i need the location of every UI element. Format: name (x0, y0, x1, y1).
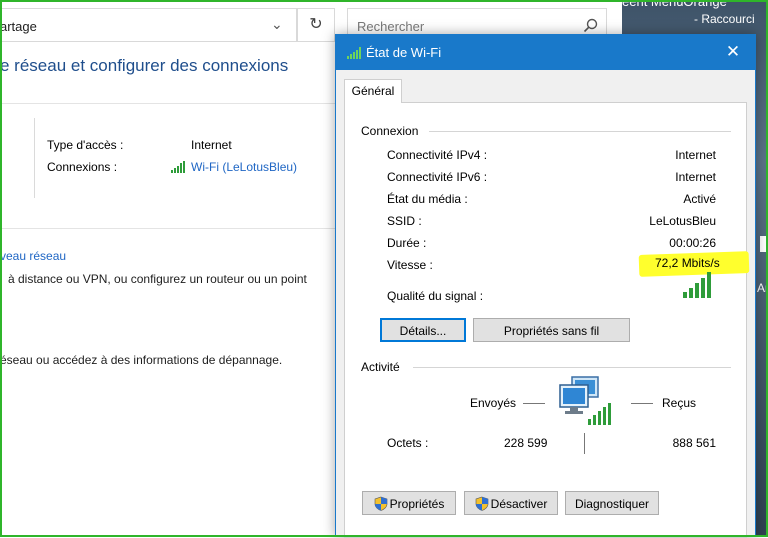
divider (523, 403, 545, 404)
wifi-status-dialog: État de Wi-Fi ✕ Général Connexion Connec… (335, 34, 756, 538)
ipv6-value: Internet (675, 170, 716, 184)
chevron-down-icon[interactable]: ⌄ (271, 16, 283, 33)
uac-shield-icon (475, 496, 488, 511)
disable-button-label: Désactiver (490, 497, 548, 511)
details-button[interactable]: Détails... (380, 318, 466, 342)
divider (584, 433, 585, 454)
media-state-label: État du média : (387, 192, 468, 206)
troubleshoot-description: éseau ou accédez à des informations de d… (0, 353, 283, 367)
divider (34, 118, 35, 198)
bytes-sent-value: 228 599 (504, 436, 548, 450)
refresh-button[interactable]: ↻ (297, 8, 335, 42)
duration-value: 00:00:26 (669, 236, 716, 250)
bytes-label: Octets : (387, 436, 429, 450)
wireless-properties-button[interactable]: Propriétés sans fil (473, 318, 630, 342)
ipv6-label: Connectivité IPv6 : (387, 170, 488, 184)
wifi-signal-icon (347, 47, 361, 59)
close-icon: ✕ (725, 42, 741, 61)
disable-button[interactable]: Désactiver (464, 491, 558, 515)
general-panel: Connexion Connectivité IPv4 : Internet C… (344, 102, 750, 538)
signal-strength-icon (683, 272, 711, 298)
ipv4-label: Connectivité IPv4 : (387, 148, 488, 162)
ssid-label: SSID : (387, 214, 422, 228)
access-type-label: Type d'accès : (47, 138, 124, 152)
bytes-received-value: 888 561 (672, 436, 716, 450)
speed-value: 72,2 Mbits/s (655, 256, 720, 270)
duration-label: Durée : (387, 236, 427, 250)
activity-group-title: Activité (361, 360, 400, 374)
search-icon[interactable] (583, 18, 598, 33)
ssid-value: LeLotusBleu (649, 214, 716, 228)
signal-quality-label: Qualité du signal : (387, 289, 484, 303)
new-network-link[interactable]: veau réseau (0, 249, 66, 263)
connections-label: Connexions : (47, 160, 118, 174)
page-title: e réseau et configurer des connexions (0, 56, 289, 75)
divider (631, 403, 653, 404)
sent-label: Envoyés (470, 396, 517, 410)
ipv4-value: Internet (675, 148, 716, 162)
divider (2, 228, 336, 229)
search-placeholder: Rechercher (357, 19, 425, 34)
vpn-description: à distance ou VPN, ou configurez un rout… (8, 272, 307, 286)
diagnose-button[interactable]: Diagnostiquer (565, 491, 659, 515)
desktop-shortcut-label[interactable]: Ar (757, 281, 768, 295)
close-button[interactable]: ✕ (711, 35, 755, 70)
address-bar[interactable]: artage ⌄ (0, 8, 297, 42)
media-state-value: Activé (683, 192, 716, 206)
desktop-shortcut-label[interactable]: eent MenuOrange (622, 0, 727, 9)
desktop-icon[interactable] (760, 236, 766, 252)
wifi-connection-link[interactable]: Wi-Fi (LeLotusBleu) (191, 160, 297, 174)
received-label: Reçus (662, 396, 697, 410)
desktop-shortcut-label[interactable]: - Raccourci (694, 12, 755, 26)
tab-general[interactable]: Général (344, 79, 402, 103)
speed-label: Vitesse : (387, 258, 433, 272)
connection-group-title: Connexion (361, 124, 419, 138)
properties-button-label: Propriétés (389, 497, 445, 511)
uac-shield-icon (374, 496, 387, 511)
address-text: artage (0, 19, 37, 34)
wifi-signal-icon (171, 161, 185, 173)
access-type-value: Internet (191, 138, 232, 152)
dialog-titlebar[interactable]: État de Wi-Fi ✕ (336, 35, 755, 70)
divider (413, 367, 731, 368)
divider (429, 131, 731, 132)
divider (2, 103, 336, 104)
properties-button[interactable]: Propriétés (362, 491, 456, 515)
dialog-title: État de Wi-Fi (366, 45, 442, 60)
network-computers-icon (559, 376, 611, 425)
